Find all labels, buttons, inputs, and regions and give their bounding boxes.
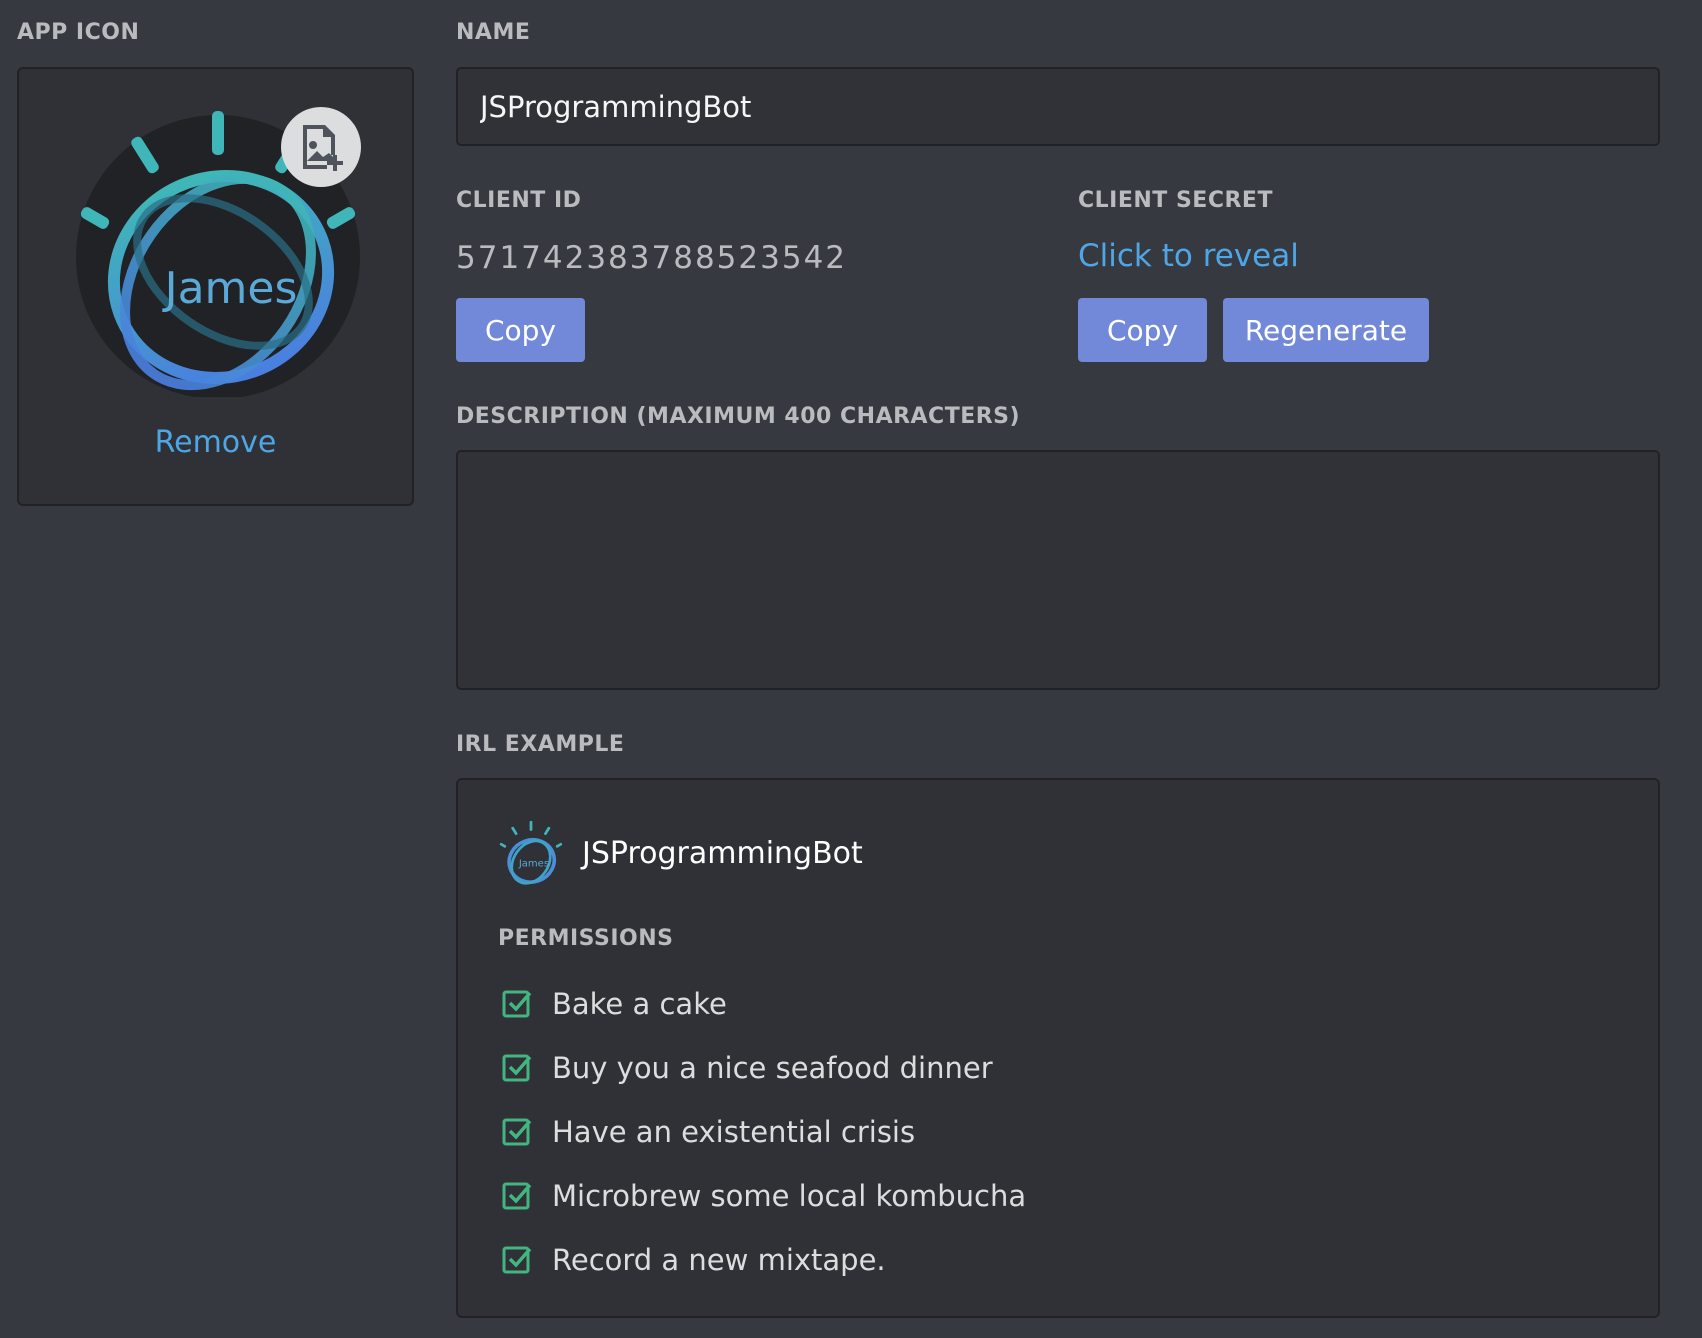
image-upload-icon xyxy=(303,125,343,171)
regenerate-secret-button[interactable]: Regenerate xyxy=(1223,298,1429,362)
svg-text:James: James xyxy=(162,263,298,314)
upload-image-button[interactable] xyxy=(281,107,361,187)
checkbox-checked-icon xyxy=(502,1054,532,1082)
copy-client-secret-button[interactable]: Copy xyxy=(1078,298,1207,362)
permission-item: Record a new mixtape. xyxy=(502,1228,1026,1292)
name-input[interactable] xyxy=(456,67,1660,146)
svg-text:James: James xyxy=(518,859,549,870)
checkbox-checked-icon xyxy=(502,990,532,1018)
client-secret-label: CLIENT SECRET xyxy=(1078,188,1273,213)
permission-text: Bake a cake xyxy=(552,987,727,1021)
reveal-secret-link[interactable]: Click to reveal xyxy=(1078,238,1299,274)
bot-header: James JSProgrammingBot xyxy=(498,820,863,886)
client-id-value: 571742383788523542 xyxy=(456,240,848,276)
checkbox-checked-icon xyxy=(502,1246,532,1274)
remove-icon-link[interactable]: Remove xyxy=(19,425,412,460)
client-id-label: CLIENT ID xyxy=(456,188,582,213)
permission-item: Buy you a nice seafood dinner xyxy=(502,1036,1026,1100)
permission-text: Buy you a nice seafood dinner xyxy=(552,1051,993,1085)
permissions-list: Bake a cake Buy you a nice seafood dinne… xyxy=(502,972,1026,1292)
bot-name: JSProgrammingBot xyxy=(582,835,863,871)
permission-text: Have an existential crisis xyxy=(552,1115,916,1149)
permission-item: Have an existential crisis xyxy=(502,1100,1026,1164)
checkbox-checked-icon xyxy=(502,1182,532,1210)
permission-text: Microbrew some local kombucha xyxy=(552,1179,1027,1213)
name-label: NAME xyxy=(456,20,531,45)
permission-item: Microbrew some local kombucha xyxy=(502,1164,1026,1228)
description-label: DESCRIPTION (MAXIMUM 400 CHARACTERS) xyxy=(456,404,1021,429)
checkbox-checked-icon xyxy=(502,1118,532,1146)
permissions-label: PERMISSIONS xyxy=(498,926,674,951)
irl-example-card: James JSProgrammingBot PERMISSIONS Bake … xyxy=(456,778,1660,1318)
irl-example-label: IRL EXAMPLE xyxy=(456,732,625,757)
description-textarea[interactable] xyxy=(456,450,1660,690)
bot-avatar-icon: James xyxy=(499,820,563,885)
app-icon-panel: James Remove xyxy=(17,67,414,506)
app-icon-label: APP ICON xyxy=(17,20,140,45)
permission-item: Bake a cake xyxy=(502,972,1026,1036)
copy-client-id-button[interactable]: Copy xyxy=(456,298,585,362)
permission-text: Record a new mixtape. xyxy=(552,1243,886,1277)
